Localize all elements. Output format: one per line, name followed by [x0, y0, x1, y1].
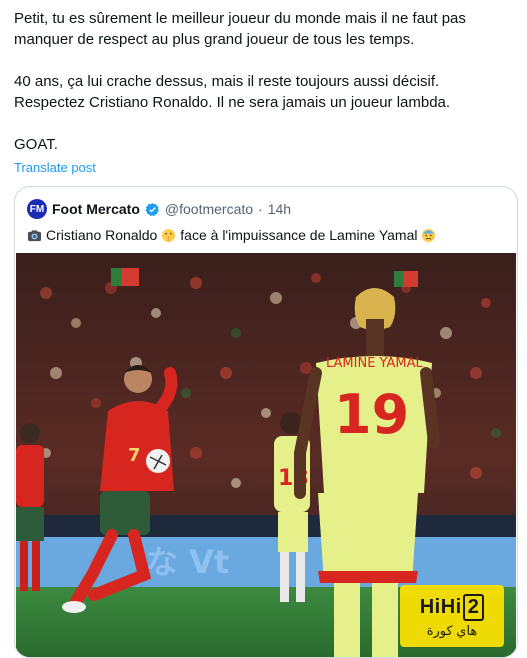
author-name[interactable]: Foot Mercato: [52, 201, 140, 217]
post-line: Respectez Cristiano Ronaldo. Il ne sera …: [14, 94, 451, 111]
quote-text-part: Cristiano Ronaldo: [46, 227, 158, 243]
shushing-face-emoji-icon: [162, 228, 176, 242]
hihi2-watermark: HiHi 2 هاي كورة: [400, 585, 504, 647]
post-line: manquer de respect au plus grand joueur …: [14, 31, 415, 48]
watermark-arabic-text: هاي كورة: [426, 622, 478, 638]
translate-post-link[interactable]: Translate post: [14, 160, 96, 175]
yamal-jersey-name: LAMINE YAMAL: [326, 356, 423, 371]
post-timestamp[interactable]: 14h: [268, 201, 291, 217]
anxious-face-emoji-icon: [422, 228, 436, 242]
foot-mercato-logo-icon: FM: [29, 203, 45, 215]
verified-badge-icon: [145, 202, 159, 216]
camera-emoji-icon: [27, 229, 42, 241]
quoted-post-header: FM Foot Mercato @footmercato · 14h: [27, 199, 291, 219]
post-line: Petit, tu es sûrement le meilleur joueur…: [14, 10, 466, 27]
svg-text:な Vt: な Vt: [146, 543, 229, 581]
ronaldo-jersey-number: 7: [128, 445, 141, 466]
watermark-logo-text: HiHi: [419, 595, 462, 618]
post-body: Petit, tu es sûrement le meilleur joueur…: [14, 8, 514, 155]
quote-text-part: face à l'impuissance de Lamine Yamal: [180, 227, 418, 243]
separator-dot: ·: [258, 201, 263, 217]
hihi2-logo: HiHi 2: [419, 593, 485, 621]
post-media-photo[interactable]: な Vt 7 18 LAMINE YAMAL 19 HiHi 2 هاي كور…: [16, 253, 516, 657]
avatar[interactable]: FM: [27, 199, 47, 219]
quoted-post-text: Cristiano Ronaldo face à l'impuissance d…: [27, 225, 436, 245]
watermark-logo-number: 2: [462, 593, 485, 621]
quoted-post-card[interactable]: FM Foot Mercato @footmercato · 14h Crist…: [14, 186, 518, 658]
post-line: GOAT.: [14, 136, 58, 153]
author-handle[interactable]: @footmercato: [165, 201, 253, 217]
yamal-jersey-number: 19: [334, 383, 409, 446]
post-line: 40 ans, ça lui crache dessus, mais il re…: [14, 73, 440, 90]
